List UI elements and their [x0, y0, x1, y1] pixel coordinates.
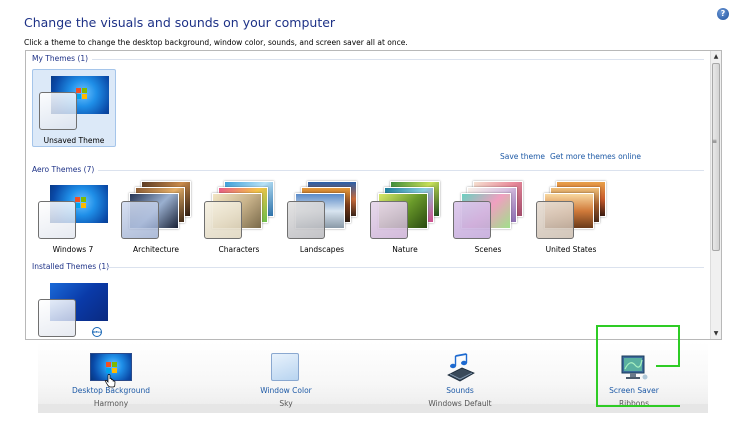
- theme-label: Architecture: [133, 245, 179, 254]
- scrollbar-thumb[interactable]: [712, 63, 720, 251]
- sounds-icon: [447, 353, 475, 382]
- theme-label: United States: [545, 245, 597, 254]
- get-more-themes-link[interactable]: Get more themes online: [550, 152, 641, 161]
- theme-tile-united-states[interactable]: United States: [530, 179, 612, 257]
- window-color-swatch: [287, 201, 325, 239]
- sounds-value: Windows Default: [428, 399, 492, 408]
- window-color-swatch: [121, 201, 159, 239]
- windows-logo-icon: [75, 197, 87, 209]
- group-divider: [92, 59, 704, 60]
- window-color-swatch: [370, 201, 408, 239]
- theme-label: Windows 7: [52, 245, 94, 254]
- theme-tile-dell[interactable]: DELL: [32, 277, 114, 339]
- theme-tile-architecture[interactable]: Architecture: [115, 179, 197, 257]
- theme-label: Nature: [392, 245, 418, 254]
- screen-saver-label[interactable]: Screen Saver: [574, 386, 694, 395]
- theme-label: Scenes: [474, 245, 502, 254]
- help-icon[interactable]: ?: [717, 8, 729, 20]
- scroll-down-arrow-icon[interactable]: ▼: [711, 328, 721, 339]
- group-header-my-themes: My Themes (1): [32, 54, 89, 63]
- annotation-line: [596, 325, 598, 407]
- annotation-line: [656, 365, 680, 367]
- save-theme-link[interactable]: Save theme: [500, 152, 545, 161]
- hand-cursor-icon: [104, 374, 116, 388]
- window-color-swatch: [38, 201, 76, 239]
- window-color-swatch: [536, 201, 574, 239]
- theme-label: Unsaved Theme: [43, 136, 105, 145]
- theme-label: Characters: [218, 245, 260, 254]
- annotation-line: [596, 405, 680, 407]
- windows-logo-icon: [106, 362, 118, 374]
- window-color-swatch: [39, 92, 77, 130]
- window-color-value: Sky: [279, 399, 293, 408]
- theme-tile-unsaved[interactable]: Unsaved Theme: [32, 69, 116, 147]
- scrollbar-grip-icon: ≡: [712, 138, 718, 145]
- group-divider: [106, 267, 704, 268]
- sounds-label[interactable]: Sounds: [400, 386, 520, 395]
- page-title: Change the visuals and sounds on your co…: [24, 15, 336, 30]
- window-color-swatch: [38, 299, 76, 337]
- window-color-swatch: [204, 201, 242, 239]
- window-color-swatch: [453, 201, 491, 239]
- group-header-installed-themes: Installed Themes (1): [32, 262, 110, 271]
- theme-tile-scenes[interactable]: Scenes: [447, 179, 529, 257]
- theme-tile-windows-7[interactable]: Windows 7: [32, 179, 114, 257]
- window-color-label[interactable]: Window Color: [226, 386, 346, 395]
- theme-label: Landscapes: [299, 245, 345, 254]
- window-color-setting[interactable]: Window Color Sky: [226, 350, 346, 410]
- window-color-icon: [271, 353, 299, 381]
- theme-list[interactable]: My Themes (1) Unsaved Theme Save theme G…: [25, 50, 722, 340]
- sounds-setting[interactable]: Sounds Windows Default: [400, 350, 520, 410]
- theme-tile-landscapes[interactable]: Landscapes: [281, 179, 363, 257]
- annotation-highlight: [596, 325, 680, 367]
- scroll-up-arrow-icon[interactable]: ▲: [711, 51, 721, 62]
- theme-list-scrollbar[interactable]: ▲ ≡ ▼: [710, 51, 721, 339]
- desktop-background-value: Harmony: [93, 399, 129, 408]
- dell-logo-icon: DELL: [92, 327, 102, 337]
- group-header-aero-themes: Aero Themes (7): [32, 165, 95, 174]
- group-divider: [98, 170, 704, 171]
- page-subtitle: Click a theme to change the desktop back…: [24, 38, 408, 47]
- windows-logo-icon: [76, 88, 88, 100]
- theme-tile-nature[interactable]: Nature: [364, 179, 446, 257]
- theme-tile-characters[interactable]: Characters: [198, 179, 280, 257]
